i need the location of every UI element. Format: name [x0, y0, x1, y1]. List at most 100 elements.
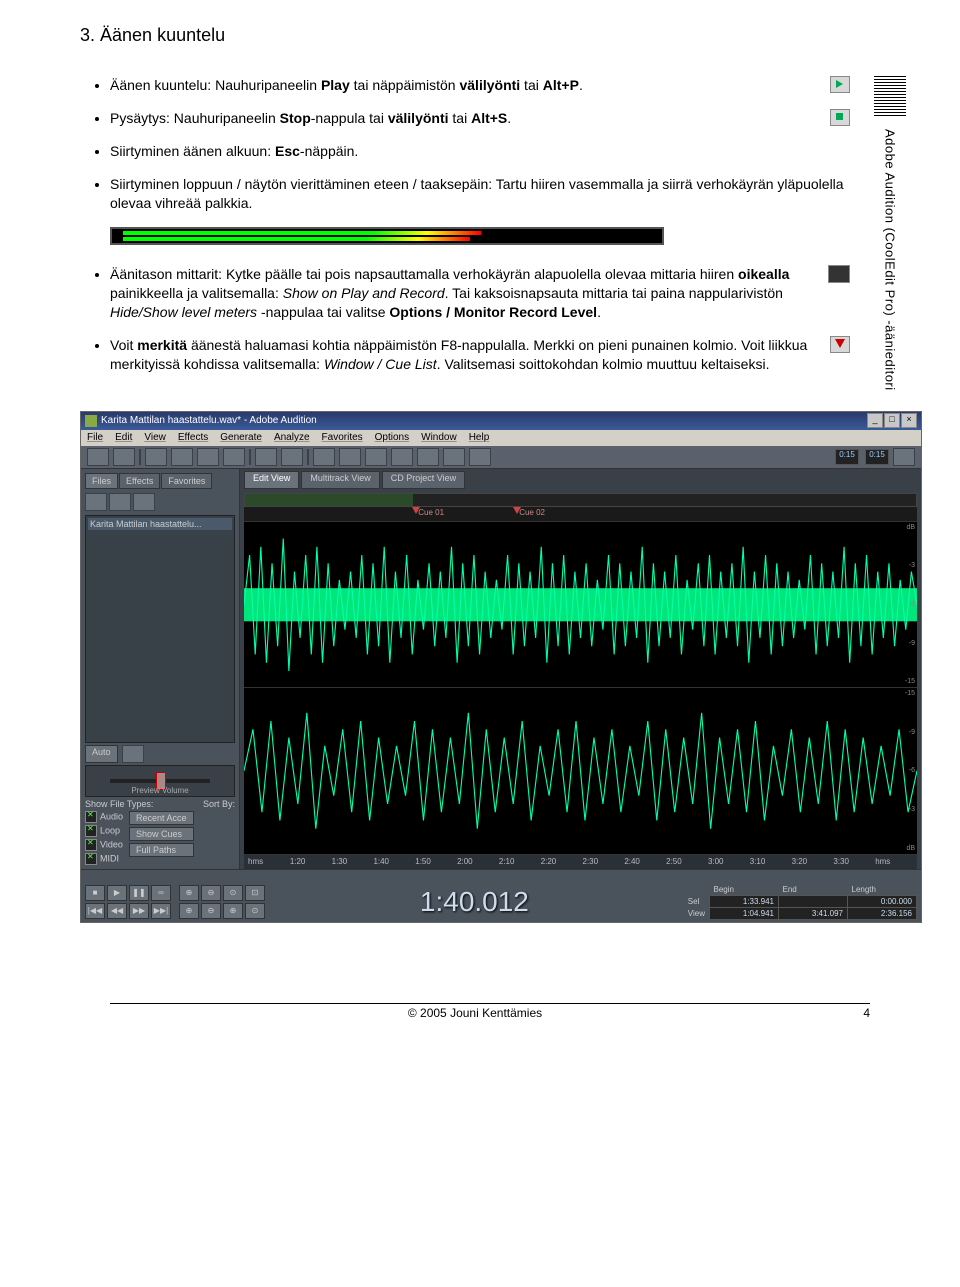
wave-channel-left[interactable]: dB -3 -6 -9 -15 [244, 522, 917, 689]
meters-icon [828, 265, 850, 283]
file-item[interactable]: Karita Mattilan haastattelu... [88, 518, 232, 530]
text: Stop [280, 110, 311, 126]
view-end[interactable]: 3:41.097 [779, 907, 848, 919]
copyright: © 2005 Jouni Kenttämies [110, 1006, 840, 1020]
page-number: 4 [840, 1006, 870, 1020]
toolbar-button[interactable] [223, 448, 245, 466]
toolbar-button[interactable] [443, 448, 465, 466]
toolbar-button[interactable] [417, 448, 439, 466]
stop-button[interactable]: ■ [85, 885, 105, 901]
minimize-button[interactable]: _ [867, 413, 883, 428]
menu-options[interactable]: Options [375, 432, 409, 443]
zoom-full-button[interactable]: ⊙ [223, 885, 243, 901]
timeline-visible-region[interactable] [245, 494, 413, 506]
close-button[interactable]: × [901, 413, 917, 428]
show-cues-button[interactable]: Show Cues [129, 827, 194, 841]
pause-button[interactable]: ❚❚ [129, 885, 149, 901]
toolbar-button[interactable] [113, 448, 135, 466]
toolbar-button[interactable] [281, 448, 303, 466]
tab-favorites[interactable]: Favorites [161, 473, 212, 489]
toolbar-button[interactable] [365, 448, 387, 466]
menu-favorites[interactable]: Favorites [322, 432, 363, 443]
toolbar-button[interactable] [469, 448, 491, 466]
sel-end[interactable] [779, 895, 848, 907]
tick: hms [248, 857, 290, 866]
menu-help[interactable]: Help [469, 432, 490, 443]
tab-files[interactable]: Files [85, 473, 118, 489]
list-item: Äänen kuuntelu: Nauhuripaneelin Play tai… [110, 76, 850, 95]
sel-begin[interactable]: 1:33.941 [710, 895, 779, 907]
zoom-button[interactable]: ⊙ [245, 903, 265, 919]
wave-channel-right[interactable]: -15 -9 -6 -3 dB [244, 688, 917, 855]
timeline-scrollbar[interactable] [244, 493, 917, 507]
go-end-button[interactable]: ▶▶| [151, 903, 171, 919]
wave-panel: Edit View Multitrack View CD Project Vie… [240, 469, 921, 869]
open-icon[interactable] [85, 493, 107, 511]
maximize-button[interactable]: □ [884, 413, 900, 428]
play-button[interactable]: ▶ [107, 885, 127, 901]
view-length[interactable]: 2:36.156 [848, 907, 917, 919]
zoom-button[interactable]: ⊕ [223, 903, 243, 919]
go-start-button[interactable]: |◀◀ [85, 903, 105, 919]
tab-multitrack-view[interactable]: Multitrack View [301, 471, 379, 489]
forward-button[interactable]: ▶▶ [129, 903, 149, 919]
tab-cd-project-view[interactable]: CD Project View [382, 471, 465, 489]
document-page: 3. Äänen kuuntelu Äänen kuuntelu: Nauhur… [0, 0, 960, 1050]
checkbox-midi[interactable]: MIDI [85, 853, 123, 865]
preview-button[interactable] [122, 745, 144, 763]
auto-row: Auto [85, 745, 235, 763]
zoom-button[interactable]: ⊕ [179, 903, 199, 919]
toolbar-button[interactable] [87, 448, 109, 466]
slider-label: Preview Volume [131, 786, 188, 795]
loop-button[interactable]: ∞ [151, 885, 171, 901]
menu-file[interactable]: File [87, 432, 103, 443]
tick: 2:00 [457, 857, 499, 866]
waveform-display[interactable]: dB -3 -6 -9 -15 [244, 522, 917, 855]
checkbox-loop[interactable]: Loop [85, 825, 123, 837]
toolbar-button[interactable] [255, 448, 277, 466]
titlebar[interactable]: Karita Mattilan haastattelu.wav* - Adobe… [81, 412, 921, 430]
view-begin[interactable]: 1:04.941 [710, 907, 779, 919]
toolbar-button[interactable] [197, 448, 219, 466]
zoom-out-button[interactable]: ⊖ [201, 885, 221, 901]
tab-effects[interactable]: Effects [119, 473, 160, 489]
menu-window[interactable]: Window [421, 432, 457, 443]
text: välilyönti [388, 110, 449, 126]
menu-view[interactable]: View [144, 432, 166, 443]
menu-generate[interactable]: Generate [220, 432, 262, 443]
text: välilyönti [459, 77, 520, 93]
content-row: Äänen kuuntelu: Nauhuripaneelin Play tai… [80, 76, 910, 391]
close-icon[interactable] [109, 493, 131, 511]
toolbar-button[interactable] [339, 448, 361, 466]
cue-track[interactable]: Cue 01 Cue 02 [244, 507, 917, 522]
rewind-button[interactable]: ◀◀ [107, 903, 127, 919]
left-panel: Files Effects Favorites Karita Mattilan … [81, 469, 240, 869]
toolbar-button[interactable] [145, 448, 167, 466]
menu-edit[interactable]: Edit [115, 432, 132, 443]
preview-volume-slider[interactable]: Preview Volume [85, 765, 235, 797]
list-item: Äänitason mittarit: Kytke päälle tai poi… [110, 265, 850, 322]
zoom-sel-button[interactable]: ⊡ [245, 885, 265, 901]
tab-edit-view[interactable]: Edit View [244, 471, 299, 489]
full-paths-button[interactable]: Full Paths [129, 843, 194, 857]
play-icon[interactable] [133, 493, 155, 511]
menu-effects[interactable]: Effects [178, 432, 208, 443]
sort-select[interactable]: Recent Acce [129, 811, 194, 825]
sel-length[interactable]: 0:00.000 [848, 895, 917, 907]
time-ruler[interactable]: hms 1:20 1:30 1:40 1:50 2:00 2:10 2:20 2… [244, 855, 917, 869]
checkbox-video[interactable]: Video [85, 839, 123, 851]
toolbar-button[interactable] [171, 448, 193, 466]
toolbar-button[interactable] [313, 448, 335, 466]
text: Window / Cue List [324, 356, 437, 372]
toolbar-button[interactable] [893, 448, 915, 466]
toolbar-button[interactable] [391, 448, 413, 466]
auto-button[interactable]: Auto [85, 745, 118, 763]
zoom-in-button[interactable]: ⊕ [179, 885, 199, 901]
zoom-button[interactable]: ⊖ [201, 903, 221, 919]
show-types-label: Show File Types: [85, 799, 153, 809]
text: . Valitsemasi soittokohdan kolmio muuttu… [437, 356, 770, 372]
menu-analyze[interactable]: Analyze [274, 432, 310, 443]
checkbox-audio[interactable]: Audio [85, 811, 123, 823]
file-list[interactable]: Karita Mattilan haastattelu... [85, 515, 235, 743]
text: Äänitason mittarit: Kytke päälle tai poi… [110, 266, 738, 282]
